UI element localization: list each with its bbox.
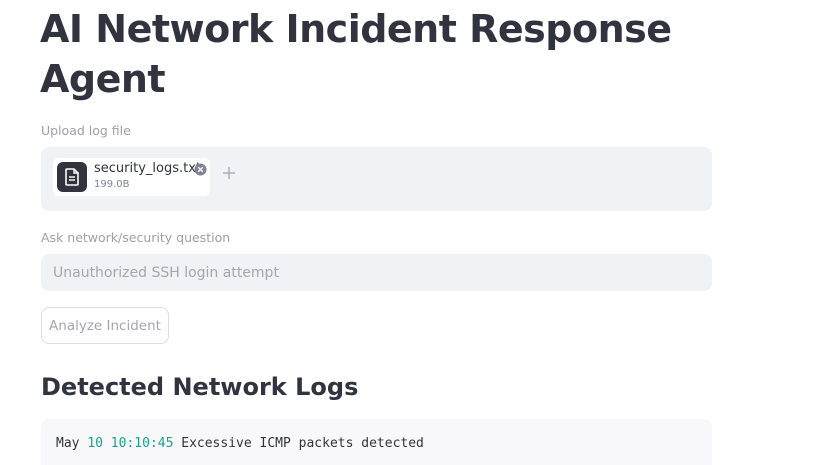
file-document-icon xyxy=(57,162,87,192)
section-heading-logs: Detected Network Logs xyxy=(41,373,359,401)
uploaded-file-name: security_logs.txt xyxy=(94,161,202,176)
page-title: AI Network Incident Response Agent xyxy=(40,7,672,101)
upload-label: Upload log file xyxy=(41,123,131,138)
log-message: Excessive ICMP packets detected xyxy=(181,436,424,451)
file-uploader[interactable]: security_logs.txt 199.0B xyxy=(41,147,712,211)
uploaded-file-chip: security_logs.txt 199.0B xyxy=(53,158,210,196)
log-time: 10:10:45 xyxy=(110,436,174,451)
log-month: May xyxy=(56,436,80,451)
analyze-incident-button[interactable]: Analyze Incident xyxy=(41,307,169,344)
log-day: 10 xyxy=(87,436,103,451)
add-file-icon[interactable] xyxy=(221,165,237,181)
app-main: AI Network Incident Response Agent Uploa… xyxy=(0,0,828,465)
log-line: May 10 10:10:45 Excessive ICMP packets d… xyxy=(56,436,424,451)
uploaded-file-size: 199.0B xyxy=(94,179,130,190)
log-code-block: May 10 10:10:45 Excessive ICMP packets d… xyxy=(41,419,712,465)
remove-file-icon[interactable] xyxy=(194,161,207,176)
question-input[interactable] xyxy=(41,254,712,291)
question-label: Ask network/security question xyxy=(41,230,231,245)
